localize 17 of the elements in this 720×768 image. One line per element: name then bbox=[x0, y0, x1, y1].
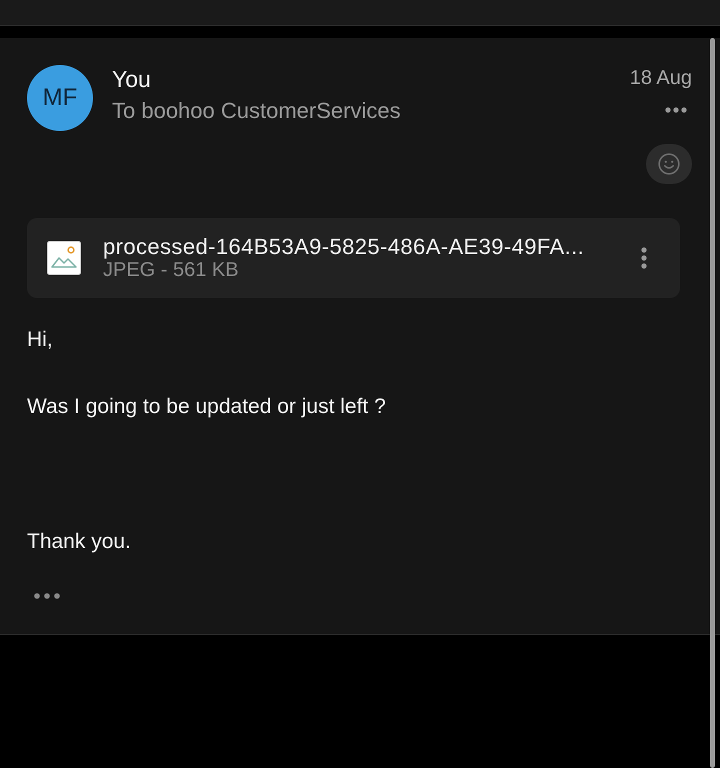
more-icon[interactable] bbox=[665, 107, 687, 113]
reaction-button[interactable] bbox=[646, 144, 692, 184]
sender-name: You bbox=[112, 65, 151, 93]
scrollbar[interactable] bbox=[710, 38, 715, 768]
avatar: MF bbox=[27, 65, 93, 131]
smiley-icon bbox=[658, 153, 680, 175]
attachment-file-name: processed-164B53A9-5825-486A-AE39-49FA... bbox=[103, 234, 584, 259]
image-file-icon bbox=[47, 241, 81, 275]
message-text: Was I going to be updated or just left ? bbox=[27, 394, 386, 420]
recipient-line: To boohoo CustomerServices bbox=[112, 97, 401, 125]
more-icon[interactable] bbox=[641, 247, 647, 269]
message-date: 18 Aug bbox=[630, 66, 692, 91]
attachment-details: JPEG - 561 KB bbox=[103, 259, 239, 282]
message-text: Hi, bbox=[27, 327, 53, 353]
more-icon[interactable] bbox=[34, 593, 60, 599]
message-text: Thank you. bbox=[27, 529, 131, 555]
attachment-card[interactable]: processed-164B53A9-5825-486A-AE39-49FA... JPEG - 561 KB bbox=[27, 218, 680, 298]
